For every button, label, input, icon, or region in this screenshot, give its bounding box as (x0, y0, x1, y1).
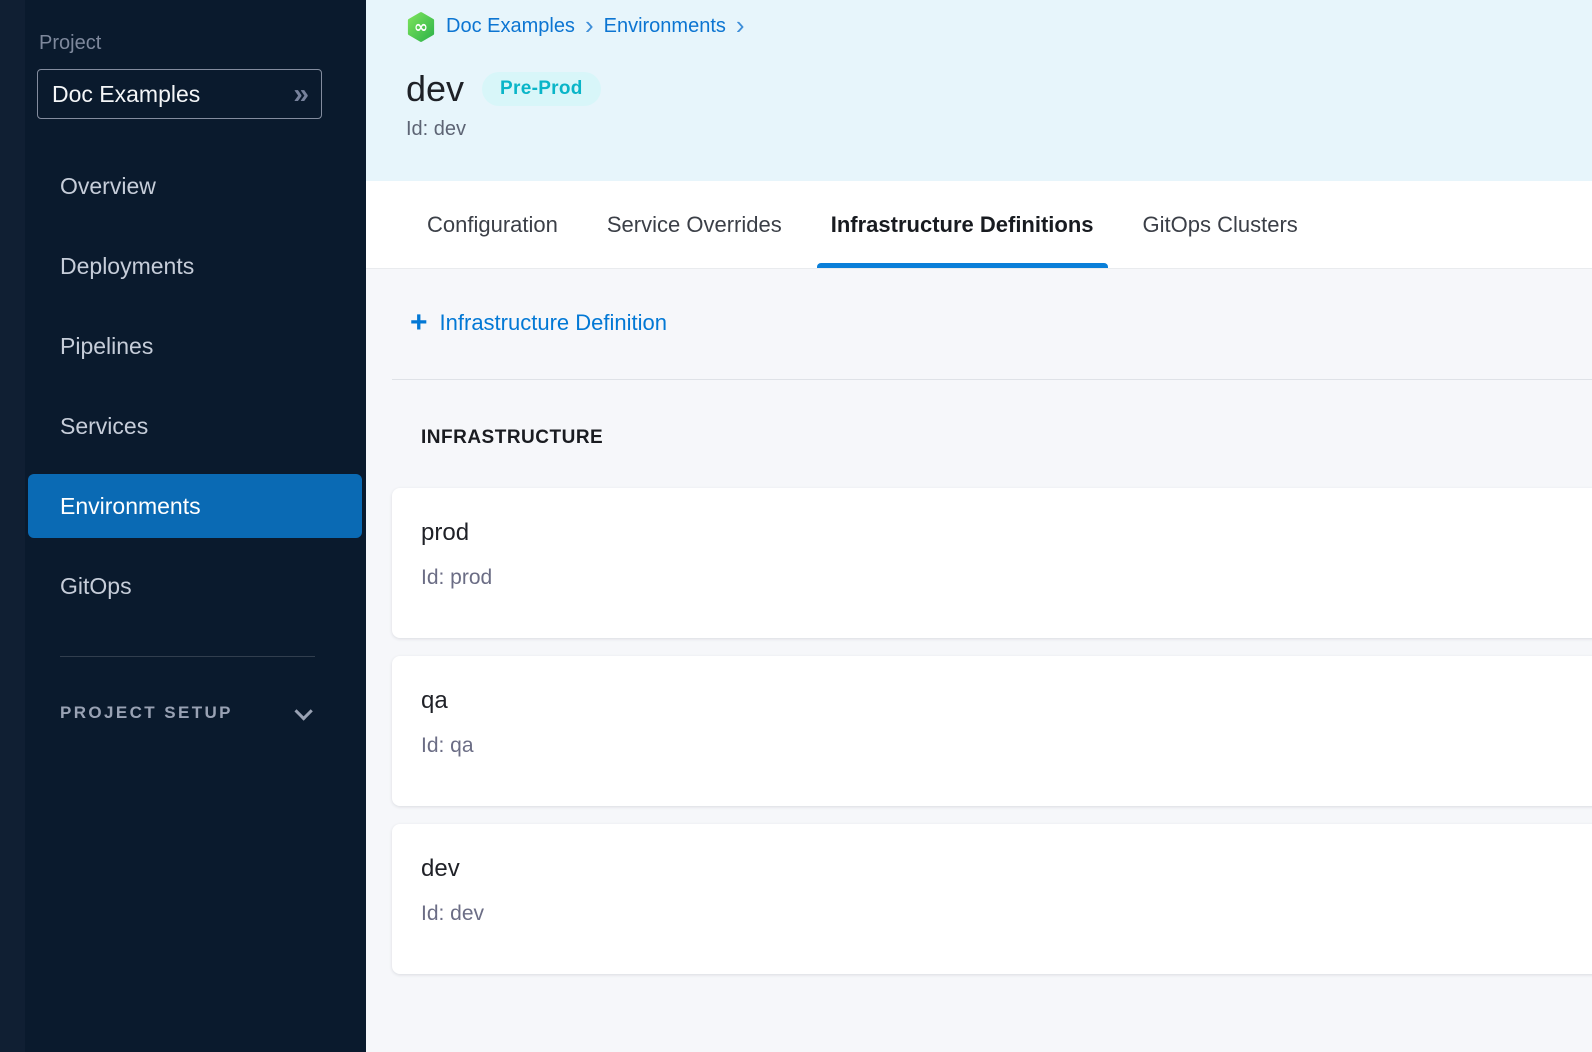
chevron-down-icon (294, 702, 312, 720)
project-setup-toggle[interactable]: PROJECT SETUP (60, 695, 308, 731)
sidebar: Project Doc Examples » Overview Deployme… (0, 0, 366, 1052)
page-header: ∞ Doc Examples › Environments › dev Pre-… (366, 0, 1592, 181)
infrastructure-id: Id: qa (421, 733, 1592, 759)
project-setup-label: PROJECT SETUP (60, 703, 233, 723)
sidebar-item-overview[interactable]: Overview (28, 154, 362, 218)
tab-content: + Infrastructure Definition INFRASTRUCTU… (366, 269, 1592, 1052)
env-type-badge: Pre-Prod (482, 72, 601, 106)
harness-cd-module-icon: ∞ (406, 12, 436, 42)
infrastructure-name: prod (421, 518, 1592, 548)
tab-gitops-clusters[interactable]: GitOps Clusters (1143, 181, 1298, 268)
project-selector[interactable]: Doc Examples » (37, 69, 322, 119)
infrastructure-row-dev[interactable]: dev Id: dev (392, 824, 1592, 974)
infrastructure-id: Id: prod (421, 565, 1592, 591)
infrastructure-name: qa (421, 686, 1592, 716)
sidebar-divider (60, 656, 315, 657)
sidebar-item-gitops[interactable]: GitOps (28, 554, 362, 618)
sidebar-item-environments[interactable]: Environments (28, 474, 362, 538)
sidebar-item-services[interactable]: Services (28, 394, 362, 458)
tab-service-overrides[interactable]: Service Overrides (607, 181, 782, 268)
chevron-right-icon: › (585, 12, 594, 41)
toolbar: + Infrastructure Definition (366, 269, 1592, 337)
tab-bar: Configuration Service Overrides Infrastr… (366, 181, 1592, 269)
column-header-infrastructure: INFRASTRUCTURE (421, 427, 1592, 449)
breadcrumb: ∞ Doc Examples › Environments › (406, 0, 1592, 42)
tab-infrastructure-definitions[interactable]: Infrastructure Definitions (831, 181, 1094, 268)
chevron-right-icon: › (736, 12, 745, 41)
title-row: dev Pre-Prod (406, 67, 1592, 111)
breadcrumb-link-environments[interactable]: Environments (604, 15, 726, 38)
svg-text:∞: ∞ (414, 17, 428, 37)
project-label: Project (39, 32, 101, 55)
plus-icon: + (410, 312, 428, 334)
tab-configuration[interactable]: Configuration (427, 181, 558, 268)
double-chevron-right-icon[interactable]: » (293, 80, 307, 108)
main-area: ∞ Doc Examples › Environments › dev Pre-… (366, 0, 1592, 1052)
content-divider (392, 379, 1592, 380)
add-button-label: Infrastructure Definition (440, 310, 667, 336)
entity-id-text: Id: dev (406, 118, 1592, 141)
infrastructure-id: Id: dev (421, 901, 1592, 927)
sidebar-nav: Overview Deployments Pipelines Services … (0, 154, 366, 634)
infrastructure-name: dev (421, 854, 1592, 884)
project-selector-value: Doc Examples (52, 81, 200, 108)
infrastructure-row-prod[interactable]: prod Id: prod (392, 488, 1592, 638)
infrastructure-row-qa[interactable]: qa Id: qa (392, 656, 1592, 806)
infrastructure-list: prod Id: prod qa Id: qa dev Id: dev (392, 488, 1592, 974)
sidebar-item-deployments[interactable]: Deployments (28, 234, 362, 298)
page-title: dev (406, 67, 464, 111)
sidebar-item-pipelines[interactable]: Pipelines (28, 314, 362, 378)
add-infrastructure-definition-button[interactable]: + Infrastructure Definition (410, 310, 667, 336)
breadcrumb-link-project[interactable]: Doc Examples (446, 15, 575, 38)
